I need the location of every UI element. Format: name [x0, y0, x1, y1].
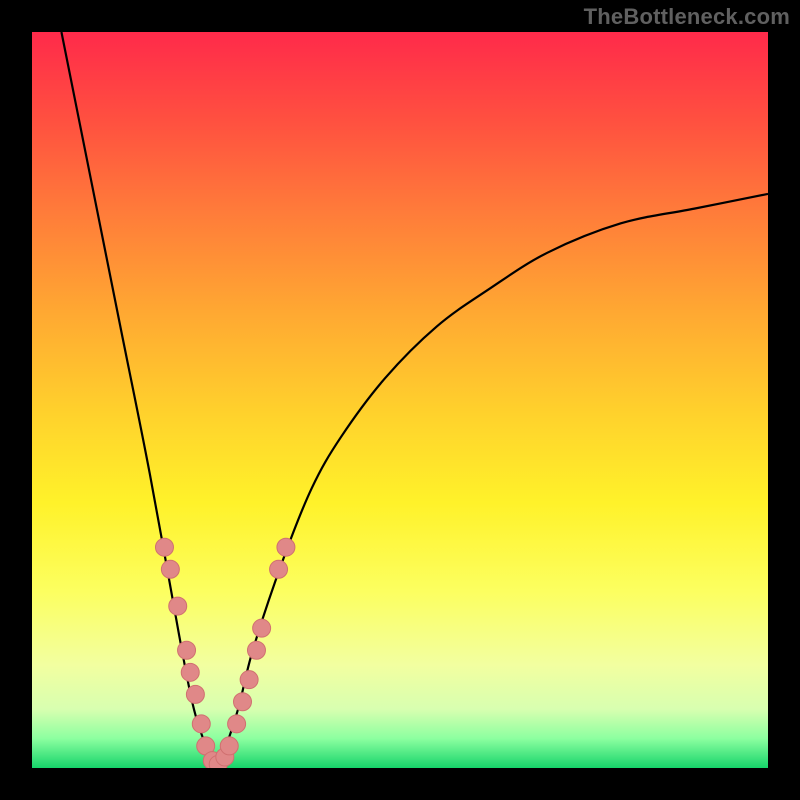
- plot-area: [32, 32, 768, 768]
- bottleneck-curve: [61, 32, 768, 768]
- marker-group: [155, 538, 294, 768]
- marker-dot: [169, 597, 187, 615]
- marker-dot: [192, 715, 210, 733]
- marker-dot: [178, 641, 196, 659]
- chart-frame: TheBottleneck.com: [0, 0, 800, 800]
- marker-dot: [247, 641, 265, 659]
- marker-dot: [228, 715, 246, 733]
- marker-dot: [181, 663, 199, 681]
- marker-dot: [253, 619, 271, 637]
- marker-dot: [234, 693, 252, 711]
- marker-dot: [240, 671, 258, 689]
- chart-svg: [32, 32, 768, 768]
- marker-dot: [277, 538, 295, 556]
- watermark-text: TheBottleneck.com: [584, 4, 790, 30]
- marker-dot: [270, 560, 288, 578]
- marker-dot: [220, 737, 238, 755]
- marker-dot: [186, 685, 204, 703]
- marker-dot: [161, 560, 179, 578]
- marker-dot: [155, 538, 173, 556]
